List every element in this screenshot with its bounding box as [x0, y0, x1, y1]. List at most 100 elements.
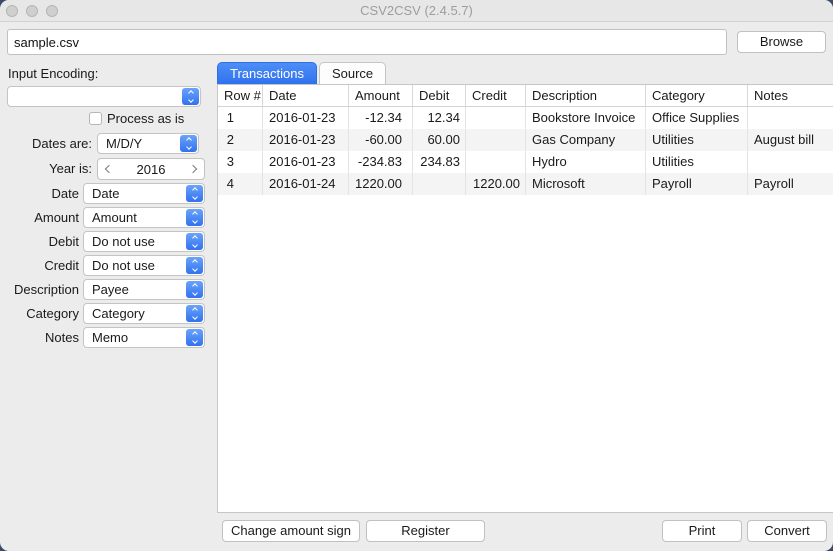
popup-value: Amount — [92, 208, 137, 227]
process-as-is-checkbox[interactable] — [89, 112, 102, 125]
column-header[interactable]: Date — [263, 85, 349, 106]
tab-transactions[interactable]: Transactions — [217, 62, 317, 84]
increment-year-icon[interactable] — [189, 165, 197, 173]
column-header[interactable]: Notes — [748, 85, 833, 106]
chevron-updown-icon — [182, 88, 199, 105]
table-cell — [748, 107, 833, 129]
field-label: Credit — [0, 258, 79, 273]
table-cell: August bill — [748, 129, 833, 151]
column-header[interactable]: Amount — [349, 85, 413, 106]
table-cell — [466, 151, 526, 173]
field-label: Date — [0, 186, 79, 201]
table-body: 12016-01-23-12.3412.34 Bookstore InvoiceO… — [218, 107, 833, 195]
dates-format-popup[interactable]: M/D/Y — [97, 133, 199, 154]
field-row: Amount Amount — [0, 207, 205, 228]
chevron-updown-icon — [186, 185, 203, 202]
popup-value: Date — [92, 184, 119, 203]
table-cell: -234.83 — [349, 151, 413, 173]
chevron-updown-icon — [186, 209, 203, 226]
field-label: Description — [0, 282, 79, 297]
popup-value: Do not use — [92, 256, 155, 275]
table-cell: Bookstore Invoice — [526, 107, 646, 129]
popup-value: Payee — [92, 280, 129, 299]
table-cell: Utilities — [646, 151, 748, 173]
table-row[interactable]: 12016-01-23-12.3412.34Bookstore InvoiceO… — [218, 107, 833, 129]
table-cell — [748, 151, 833, 173]
window-title: CSV2CSV (2.4.5.7) — [0, 3, 833, 18]
field-row: Category Category — [0, 303, 205, 324]
convert-button[interactable]: Convert — [747, 520, 827, 542]
field-row: Notes Memo — [0, 327, 205, 348]
chevron-updown-icon — [186, 233, 203, 250]
tab-bar: TransactionsSource — [217, 62, 386, 84]
process-as-is-label: Process as is — [107, 111, 184, 126]
table-cell: 2016-01-23 — [263, 129, 349, 151]
year-value: 2016 — [112, 162, 190, 177]
column-header[interactable]: Description — [526, 85, 646, 106]
input-encoding-popup[interactable] — [7, 86, 201, 107]
table-cell: Microsoft — [526, 173, 646, 195]
app-window: CSV2CSV (2.4.5.7) Browse Input Encoding:… — [0, 0, 833, 551]
column-header[interactable]: Credit — [466, 85, 526, 106]
field-popup[interactable]: Category — [83, 303, 205, 324]
table-cell: 12.34 — [413, 107, 466, 129]
field-label: Debit — [0, 234, 79, 249]
table-cell: -60.00 — [349, 129, 413, 151]
table-cell — [413, 173, 466, 195]
field-popup[interactable]: Do not use — [83, 231, 205, 252]
change-amount-sign-button[interactable]: Change amount sign — [222, 520, 360, 542]
column-header[interactable]: Category — [646, 85, 748, 106]
field-row: Debit Do not use — [0, 231, 205, 252]
column-header[interactable]: Debit — [413, 85, 466, 106]
table-cell: Gas Company — [526, 129, 646, 151]
input-encoding-label: Input Encoding: — [8, 66, 98, 81]
table-cell: 2016-01-24 — [263, 173, 349, 195]
column-header[interactable]: Row # — [218, 85, 263, 106]
table-cell: 1220.00 — [349, 173, 413, 195]
year-is-label: Year is: — [0, 161, 92, 176]
table-cell: 2016-01-23 — [263, 151, 349, 173]
table-cell: -12.34 — [349, 107, 413, 129]
popup-value: Memo — [92, 328, 128, 347]
table-cell: Hydro — [526, 151, 646, 173]
title-bar[interactable]: CSV2CSV (2.4.5.7) — [0, 0, 833, 22]
table-cell: Payroll — [748, 173, 833, 195]
field-popup[interactable]: Do not use — [83, 255, 205, 276]
field-popup[interactable]: Memo — [83, 327, 205, 348]
table-cell: 1220.00 — [466, 173, 526, 195]
table-cell: Payroll — [646, 173, 748, 195]
table-cell — [466, 129, 526, 151]
table-cell: 234.83 — [413, 151, 466, 173]
print-button[interactable]: Print — [662, 520, 742, 542]
field-label: Amount — [0, 210, 79, 225]
table-row[interactable]: 22016-01-23-60.0060.00 Gas CompanyUtiliti… — [218, 129, 833, 151]
field-popup[interactable]: Date — [83, 183, 205, 204]
field-list: DateDateAmountAmountDebitDo not useCredi… — [0, 183, 205, 351]
table-header: Row #DateAmountDebitCreditDescriptionCat… — [218, 85, 833, 107]
table-row[interactable]: 42016-01-241220.001220.00MicrosoftPayrol… — [218, 173, 833, 195]
field-popup[interactable]: Payee — [83, 279, 205, 300]
popup-value: Do not use — [92, 232, 155, 251]
table-cell: 60.00 — [413, 129, 466, 151]
chevron-updown-icon — [186, 329, 203, 346]
table-cell — [466, 107, 526, 129]
chevron-updown-icon — [186, 305, 203, 322]
popup-value: M/D/Y — [106, 134, 142, 153]
transactions-table: Row #DateAmountDebitCreditDescriptionCat… — [217, 84, 833, 513]
year-stepper[interactable]: 2016 — [97, 158, 205, 180]
field-label: Category — [0, 306, 79, 321]
table-cell: Utilities — [646, 129, 748, 151]
table-cell: 4 — [218, 173, 263, 195]
field-popup[interactable]: Amount — [83, 207, 205, 228]
table-cell: 1 — [218, 107, 263, 129]
file-path-input[interactable] — [7, 29, 727, 55]
field-row: Credit Do not use — [0, 255, 205, 276]
table-row[interactable]: 32016-01-23-234.83234.83HydroUtilities — [218, 151, 833, 173]
field-label: Notes — [0, 330, 79, 345]
register-button[interactable]: Register — [366, 520, 485, 542]
tab-source[interactable]: Source — [319, 62, 386, 84]
popup-value: Category — [92, 304, 145, 323]
table-cell: 2 — [218, 129, 263, 151]
table-cell: Office Supplies — [646, 107, 748, 129]
browse-button[interactable]: Browse — [737, 31, 826, 53]
